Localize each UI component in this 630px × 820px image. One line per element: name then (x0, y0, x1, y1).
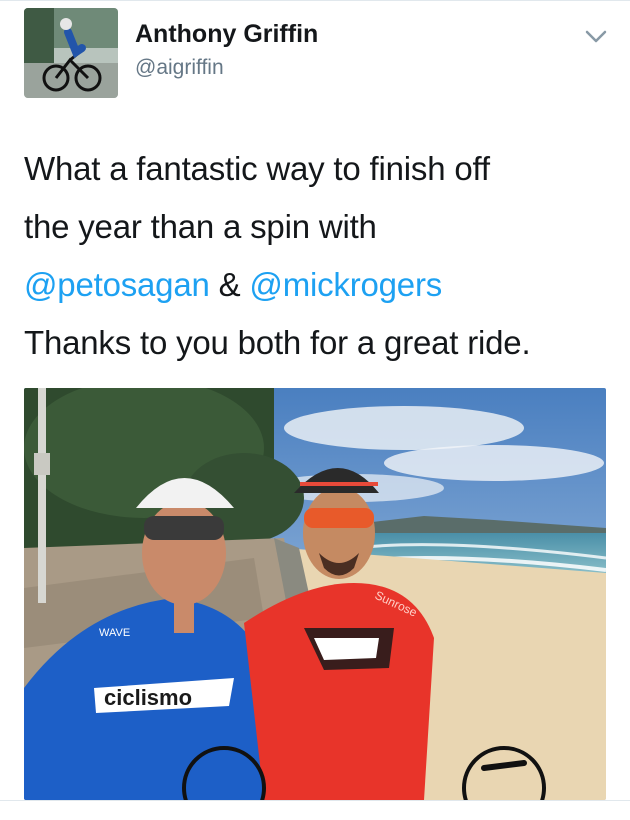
left-jersey-brand: WAVE (99, 627, 130, 639)
tweet-line-4: Thanks to you both for a great ride. (24, 324, 531, 361)
author-avatar[interactable] (24, 8, 118, 98)
top-divider (0, 0, 630, 1)
bottom-divider (0, 800, 630, 820)
tweet-photo[interactable]: ciclismo WAVE Sunrose (24, 388, 606, 800)
author-handle[interactable]: @aigriffin (135, 56, 224, 80)
beach-selfie-image: ciclismo WAVE Sunrose (24, 388, 606, 800)
cyclist-avatar-image (24, 8, 118, 98)
tweet-line-3: @petosagan & @mickrogers (24, 256, 614, 314)
ampersand: & (209, 266, 250, 303)
mention-link-mickrogers[interactable]: @mickrogers (249, 266, 442, 303)
author-name[interactable]: Anthony Griffin (135, 20, 318, 49)
tweet-text: What a fantastic way to finish off the y… (24, 140, 614, 372)
tweet-line-1: What a fantastic way to finish off (24, 150, 490, 187)
chevron-down-icon[interactable] (583, 26, 609, 48)
left-jersey-text: ciclismo (104, 685, 192, 710)
mention-link-petosagan[interactable]: @petosagan (24, 266, 210, 303)
tweet-line-2: the year than a spin with (24, 208, 377, 245)
